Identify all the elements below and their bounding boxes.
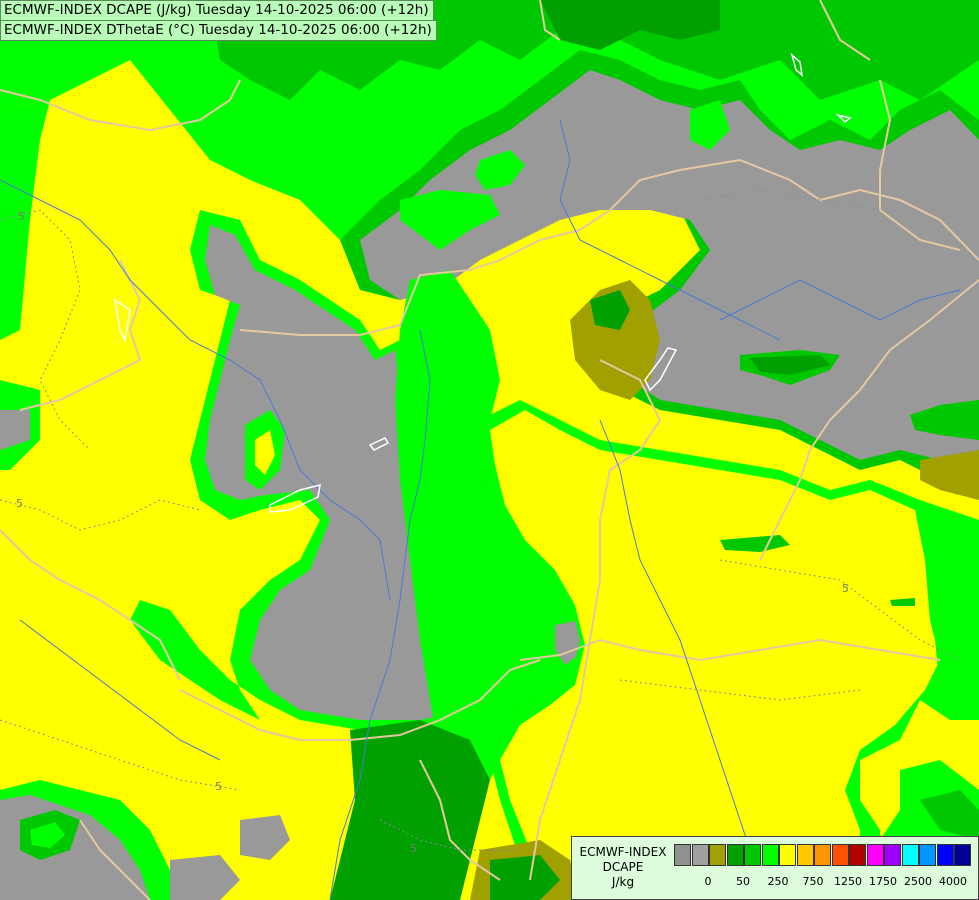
legend-swatch	[866, 844, 884, 866]
legend-swatch	[919, 844, 936, 866]
legend-tick-label: 250	[767, 875, 789, 888]
legend-tick-label: 1750	[869, 875, 897, 888]
legend-swatch	[954, 844, 971, 866]
legend-swatch	[849, 844, 866, 866]
legend-swatch	[726, 844, 744, 866]
contour-label: 5	[410, 842, 417, 855]
legend-swatch	[884, 844, 901, 866]
legend-swatch	[779, 844, 796, 866]
legend-swatch	[814, 844, 831, 866]
legend-swatch	[709, 844, 726, 866]
legend-unit: J/kg	[611, 875, 635, 889]
legend-swatch	[936, 844, 954, 866]
contour-label: 5	[16, 497, 23, 510]
legend-tick-label: 0	[704, 875, 712, 888]
legend-title: ECMWF-INDEX DCAPE J/kg	[575, 845, 671, 890]
legend-title-model: ECMWF-INDEX	[579, 845, 667, 859]
legend-swatch	[674, 844, 691, 866]
contour-label: 5	[215, 780, 222, 793]
legend-tick-label: 1250	[834, 875, 862, 888]
legend-tick-label: 50	[736, 875, 750, 888]
legend-swatch	[901, 844, 919, 866]
legend-swatch	[831, 844, 849, 866]
map-title-dcape: ECMWF-INDEX DCAPE (J/kg) Tuesday 14-10-2…	[0, 0, 434, 21]
legend-swatch	[691, 844, 709, 866]
dcape-map: 5 5 5 5 5	[0, 0, 979, 900]
color-legend: ECMWF-INDEX DCAPE J/kg 0 50 250 750 1250 1750…	[571, 836, 979, 900]
map-title-dthetae: ECMWF-INDEX DThetaE (°C) Tuesday 14-10-2…	[0, 20, 437, 41]
contour-label: 5	[18, 210, 25, 223]
legend-tick-label: 2500	[904, 875, 932, 888]
contour-label: 5	[842, 582, 849, 595]
legend-tick-label: 4000	[939, 875, 967, 888]
legend-swatch	[744, 844, 761, 866]
legend-title-parameter: DCAPE	[602, 860, 644, 874]
legend-swatch	[796, 844, 814, 866]
legend-swatch	[761, 844, 779, 866]
legend-tick-label: 750	[802, 875, 824, 888]
